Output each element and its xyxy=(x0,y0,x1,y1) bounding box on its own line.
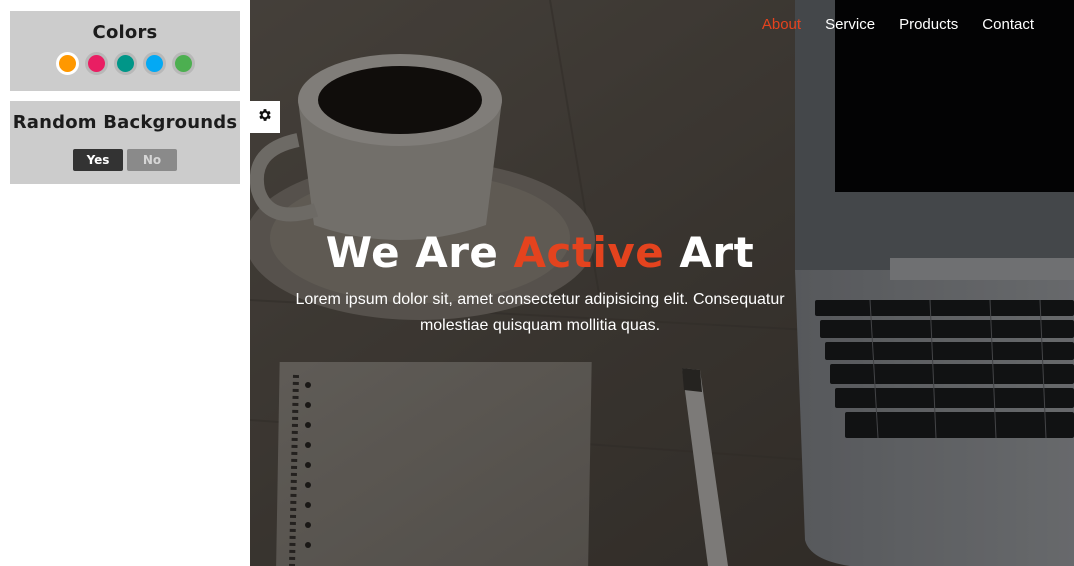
landing-page: About Service Products Contact We Are Ac… xyxy=(250,0,1074,566)
intro-section: We Are Active Art Lorem ipsum dolor sit,… xyxy=(250,228,830,339)
heading-accent: Active xyxy=(513,228,665,277)
color-swatch-light-blue[interactable] xyxy=(142,52,166,75)
hero-heading: We Are Active Art xyxy=(250,228,830,277)
settings-panel: Colors Random Backgrounds Yes No xyxy=(0,0,250,566)
color-swatch-pink[interactable] xyxy=(84,52,108,75)
colors-option-box: Colors xyxy=(10,11,240,91)
hero-description: Lorem ipsum dolor sit, amet consectetur … xyxy=(295,291,785,334)
random-backgrounds-toggle: Yes No xyxy=(10,149,240,171)
settings-toggle-button[interactable] xyxy=(250,101,280,133)
random-backgrounds-option-box: Random Backgrounds Yes No xyxy=(10,101,240,184)
color-swatch-green[interactable] xyxy=(171,52,195,75)
yes-button[interactable]: Yes xyxy=(73,149,123,171)
random-backgrounds-title: Random Backgrounds xyxy=(12,112,238,133)
gear-icon xyxy=(257,107,273,127)
color-list xyxy=(10,52,240,75)
heading-prefix: We Are xyxy=(325,228,514,277)
color-swatch-teal[interactable] xyxy=(113,52,137,75)
no-button[interactable]: No xyxy=(127,149,177,171)
nav-link-about[interactable]: About xyxy=(762,16,801,33)
main-nav: About Service Products Contact xyxy=(762,16,1034,33)
nav-link-service[interactable]: Service xyxy=(825,16,875,33)
nav-link-contact[interactable]: Contact xyxy=(982,16,1034,33)
nav-link-products[interactable]: Products xyxy=(899,16,958,33)
heading-suffix: Art xyxy=(664,228,755,277)
color-swatch-orange[interactable] xyxy=(55,52,79,75)
colors-title: Colors xyxy=(92,22,158,43)
